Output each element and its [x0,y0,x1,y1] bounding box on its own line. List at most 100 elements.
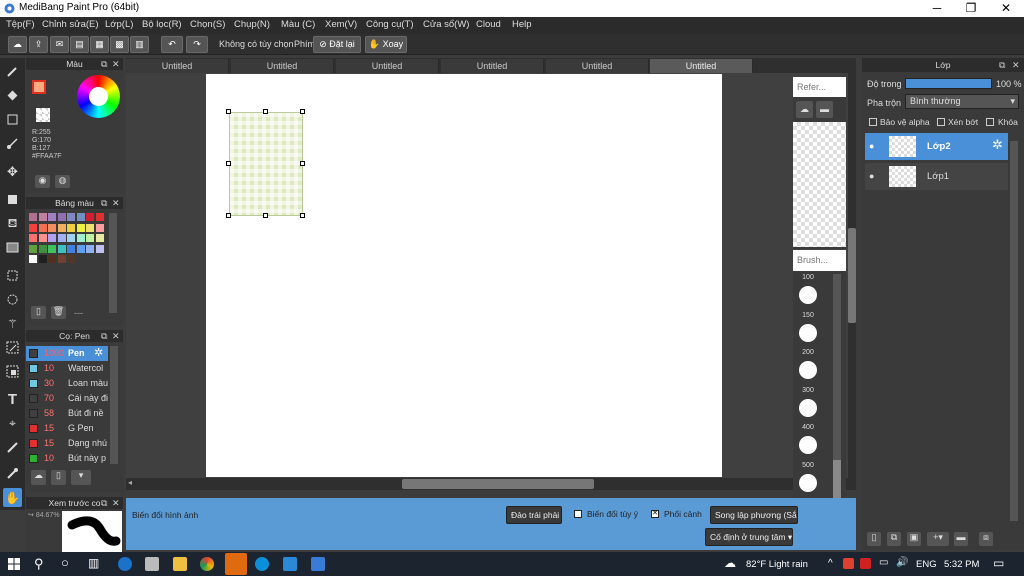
brush-size-option[interactable] [799,473,817,492]
palette-swatch[interactable] [48,213,56,221]
chevron-up-icon[interactable]: ^ [828,558,833,569]
rotate-button[interactable]: ✋ Xoay [365,36,407,53]
palette-swatch[interactable] [86,223,94,232]
menu-help[interactable]: Help [512,19,532,30]
color-picker-button[interactable]: ◍ [55,175,70,188]
tiles-button[interactable]: ▥ [130,36,149,53]
palette-swatch[interactable] [29,213,37,221]
foreground-color-swatch[interactable] [32,80,46,94]
share-button[interactable]: ⇪ [29,36,48,53]
palette-swatch[interactable] [38,223,47,232]
reference-open-button[interactable]: ▬ [816,101,833,118]
brush-item[interactable]: 70 Cái này đi [26,391,108,406]
palette-swatch[interactable] [67,244,75,253]
palette-swatch[interactable] [67,255,75,263]
brush-scrollbar[interactable] [110,346,118,464]
palette-swatch[interactable] [76,234,85,242]
search-icon[interactable]: ⚲ [34,556,44,572]
brush-size-option[interactable] [799,323,817,342]
perspective-checkbox[interactable]: ✕ [651,510,659,518]
brush-size-option[interactable] [799,436,817,454]
weather-text[interactable]: 82°F Light rain [746,559,808,570]
palette-swatch[interactable] [57,223,66,232]
brush-tool[interactable] [3,62,22,81]
palette-swatch[interactable] [95,244,104,253]
language-indicator[interactable]: ENG [916,559,937,570]
windows-start-icon[interactable] [8,558,20,570]
clipping-checkbox[interactable] [937,118,945,126]
reference-image-area[interactable] [793,122,846,247]
layer-scrollbar[interactable] [1010,141,1018,521]
menu-file[interactable]: Tệp(F) [6,19,35,30]
scrollbar-thumb[interactable] [402,479,594,489]
duplicate-layer-button[interactable]: ⧉ [887,532,901,546]
store-icon[interactable] [145,557,159,571]
layer-row-lop1[interactable]: ● Lớp1 [865,163,1008,190]
blend-mode-select[interactable]: Bình thường ▾ [905,94,1019,109]
close-icon[interactable]: ✕ [112,59,120,70]
photos-icon[interactable] [311,557,325,571]
popout-icon[interactable]: ⧉ [101,498,107,509]
close-icon[interactable]: ✕ [112,498,120,509]
grid-button[interactable]: ▩ [110,36,129,53]
brush-menu-button[interactable]: ▾ [71,470,91,485]
flip-horizontal-button[interactable]: Đảo trái phải [506,506,562,524]
brush-item[interactable]: 30 Loan màu [26,376,108,391]
text-tool[interactable]: T [3,390,22,409]
palette-swatch[interactable] [29,234,37,242]
close-icon[interactable]: ✕ [1012,60,1020,71]
tab-untitled-5[interactable]: Untitled [546,59,649,73]
gear-icon[interactable]: ✲ [94,346,103,359]
bucket-tool[interactable]: ⛾ [3,214,22,233]
menu-tools[interactable]: Công cụ(T) [366,19,414,30]
menu-edit[interactable]: Chỉnh sửa(E) [42,19,99,30]
menu-select[interactable]: Chọn(S) [190,19,225,30]
gear-icon[interactable]: ✲ [992,137,1003,153]
fill-rect-tool[interactable] [3,190,22,209]
eyedropper-tool[interactable] [3,464,22,483]
palette-swatch[interactable] [48,244,56,253]
palette-swatch[interactable] [38,234,47,242]
protect-alpha-checkbox[interactable] [869,118,877,126]
menu-view[interactable]: Xem(V) [325,19,357,30]
palette-mode-button[interactable]: ◉ [35,175,50,188]
skype-icon[interactable] [255,557,269,571]
document-button[interactable]: ▦ [90,36,109,53]
network-icon[interactable]: ▭ [879,557,888,568]
eye-icon[interactable]: ● [869,141,874,151]
tab-untitled-2[interactable]: Untitled [231,59,334,73]
select-tool[interactable] [3,266,22,285]
tab-untitled-4[interactable]: Untitled [441,59,544,73]
lock-checkbox[interactable] [986,118,994,126]
vertical-scrollbar[interactable] [848,73,856,478]
popout-icon[interactable]: ⧉ [101,59,107,70]
cloud-brush-button[interactable]: ☁ [31,470,46,485]
opacity-slider[interactable] [905,78,992,89]
anchor-select[interactable]: Cố định ở trung tâm ▾ [705,528,793,546]
eraser-tool[interactable] [3,86,22,105]
palette-swatch[interactable] [38,255,47,263]
menu-layer[interactable]: Lớp(L) [105,19,133,30]
chrome-icon[interactable] [200,557,214,571]
brush-item[interactable]: 15 Dạng nhú [26,436,108,451]
volume-icon[interactable]: 🔊 [896,557,908,568]
layer-settings-button[interactable]: ▣ [907,532,921,546]
interpolation-select[interactable]: Song lập phương (Sắc [710,506,798,524]
palette-swatch[interactable] [29,223,37,232]
palette-swatch[interactable] [48,223,56,232]
operation-tool[interactable]: ⌖ [3,414,22,433]
maximize-button[interactable]: ❐ [954,0,988,17]
dot-brush-tool[interactable] [3,134,22,153]
merge-layer-button[interactable]: ⧈ [979,532,993,546]
transform-handle[interactable] [226,213,231,218]
tray-app-icon[interactable] [843,558,854,569]
tray-v-icon[interactable] [860,558,871,569]
palette-swatch[interactable] [86,244,94,253]
eye-icon[interactable]: ● [869,171,874,181]
move-tool[interactable]: ✥ [3,162,22,181]
cloud-button[interactable]: ☁ [8,36,27,53]
palette-swatch[interactable] [67,234,75,242]
palette-swatch[interactable] [38,244,47,253]
minimize-button[interactable]: ─ [920,0,954,17]
palette-swatch[interactable] [48,255,56,263]
